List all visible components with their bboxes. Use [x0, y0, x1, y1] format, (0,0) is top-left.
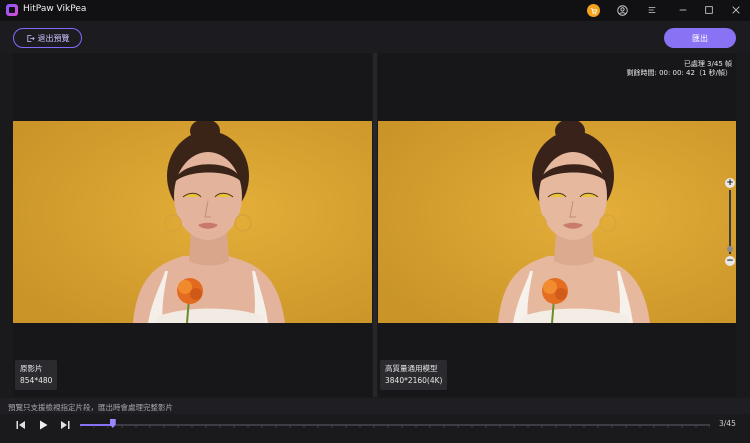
exit-preview-button[interactable]: 退出預覽 [13, 28, 82, 48]
enhanced-video-panel: 已處理 3/45 幀 剩餘時間: 00: 00: 42（1 秒/幀） 高質量通用… [378, 53, 736, 397]
title-bar [0, 0, 750, 21]
original-video-frame [13, 121, 372, 323]
menu-icon[interactable] [645, 3, 659, 17]
next-frame-button[interactable] [57, 418, 73, 432]
model-name: 高質量通用模型 [385, 364, 438, 373]
prev-frame-icon [16, 421, 25, 429]
play-icon [40, 420, 48, 430]
enhanced-video-label: 高質量通用模型 3840*2160(4K) [380, 360, 448, 390]
processed-frames-text: 已處理 3/45 幀 [683, 60, 732, 68]
original-video-resolution: 854*480 [20, 376, 53, 385]
zoom-in-button[interactable]: + [725, 178, 735, 188]
user-icon[interactable] [615, 3, 629, 17]
original-video-name: 原影片 [20, 364, 43, 373]
timeline-ticks [80, 425, 710, 428]
original-video-panel: 原影片 854*480 [13, 53, 372, 397]
processing-status: 已處理 3/45 幀 剩餘時間: 00: 00: 42（1 秒/幀） [626, 60, 732, 78]
toolbar [0, 21, 750, 53]
zoom-slider-track[interactable] [729, 190, 731, 254]
preview-hint: 預覽只支援檢視指定片段，匯出時會處理完整影片 [0, 398, 750, 414]
cart-icon[interactable] [587, 4, 600, 17]
export-button[interactable]: 匯出 [664, 28, 736, 48]
zoom-slider-handle[interactable] [727, 246, 733, 252]
panel-divider[interactable] [373, 53, 377, 397]
frame-counter: 3/45 [719, 419, 736, 428]
close-icon[interactable] [729, 3, 743, 17]
remaining-time-text: 剩餘時間: 00: 00: 42（1 秒/幀） [626, 69, 732, 77]
app-logo-icon [6, 4, 18, 16]
maximize-icon[interactable] [702, 3, 716, 17]
app-title: HitPaw VikPea [23, 4, 87, 14]
enhanced-video-resolution: 3840*2160(4K) [385, 376, 443, 385]
enhanced-video-frame [378, 121, 736, 323]
exit-preview-label: 退出預覽 [37, 33, 70, 43]
next-frame-icon [61, 421, 70, 429]
minimize-icon[interactable] [676, 3, 690, 17]
original-video-label: 原影片 854*480 [15, 360, 58, 390]
zoom-out-button[interactable]: − [725, 256, 735, 266]
prev-frame-button[interactable] [13, 418, 29, 432]
exit-icon [26, 34, 35, 42]
play-button[interactable] [35, 418, 51, 432]
